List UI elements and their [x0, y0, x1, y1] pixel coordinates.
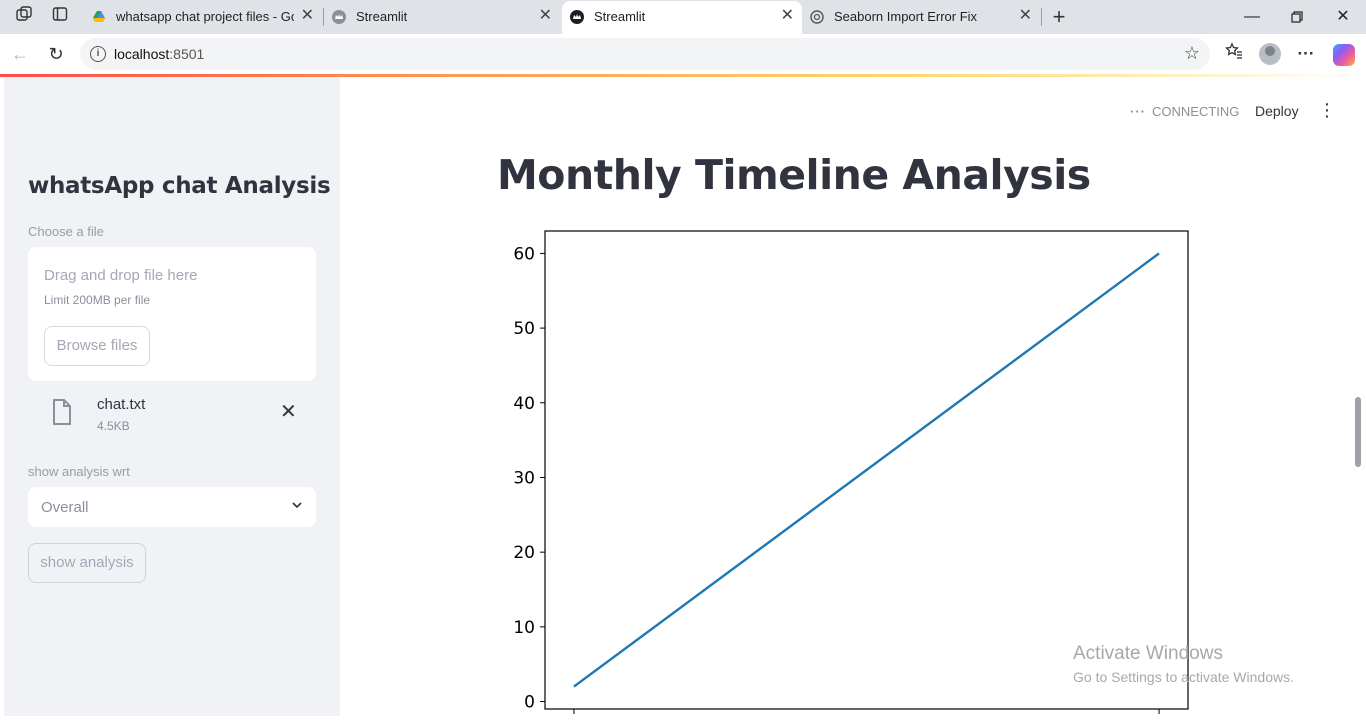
sidebar-title: whatsApp chat Analysis	[28, 173, 331, 199]
remove-file-icon[interactable]: ✕	[280, 399, 297, 424]
tab-separator	[1041, 8, 1042, 26]
select-label: show analysis wrt	[28, 464, 130, 479]
favorites-icon[interactable]	[1222, 42, 1246, 66]
y-tick-label: 10	[513, 618, 535, 638]
close-tab-icon[interactable]: ✕	[781, 7, 794, 25]
favorite-star-icon[interactable]: ☆	[1184, 43, 1200, 64]
status-dots-icon: ···	[1130, 104, 1146, 119]
tab-title: Seaborn Import Error Fix	[834, 9, 978, 24]
close-tab-icon[interactable]: ✕	[301, 7, 314, 25]
watermark-line1: Activate Windows	[1073, 643, 1223, 664]
file-name: chat.txt	[97, 396, 146, 413]
tab-streamlit-active[interactable]: Streamlit ✕	[562, 1, 802, 34]
site-info-icon[interactable]: i	[90, 46, 106, 62]
browse-files-button[interactable]: Browse files	[44, 326, 150, 366]
show-analysis-button[interactable]: show analysis	[28, 543, 146, 583]
connection-status: ··· CONNECTING	[1130, 104, 1239, 119]
google-drive-icon	[93, 11, 105, 22]
y-tick-label: 0	[524, 693, 535, 713]
page-title: Monthly Timeline Analysis	[497, 151, 1091, 199]
back-icon[interactable]: ←	[8, 42, 32, 66]
copilot-icon[interactable]	[1333, 44, 1355, 66]
close-window-icon[interactable]: ✕	[1323, 6, 1363, 28]
watermark-line2: Go to Settings to activate Windows.	[1073, 669, 1294, 685]
file-uploader-label: Choose a file	[28, 224, 104, 239]
url-text: localhost:8501	[114, 46, 204, 62]
close-tab-icon[interactable]: ✕	[1019, 7, 1032, 25]
close-tab-icon[interactable]: ✕	[539, 7, 552, 25]
chatgpt-icon	[810, 10, 824, 24]
tab-title: whatsapp chat project files - Goo	[116, 9, 294, 24]
y-axis: 0 10 20 30 40 50 60	[513, 244, 545, 713]
tab-seaborn-error[interactable]: Seaborn Import Error Fix ✕	[802, 3, 1040, 31]
main-content: ··· CONNECTING Deploy ⋮ Monthly Timeline …	[340, 77, 1366, 716]
browser-tab-strip: whatsapp chat project files - Goo ✕ Stre…	[0, 0, 1366, 34]
file-icon	[53, 399, 71, 425]
tab-actions-icon[interactable]	[49, 6, 71, 28]
deploy-button[interactable]: Deploy	[1255, 103, 1299, 119]
main-menu-icon[interactable]: ⋮	[1318, 101, 1336, 119]
tab-streamlit-1[interactable]: Streamlit ✕	[324, 3, 560, 31]
windows-activation-watermark: Activate Windows Go to Settings to activ…	[1073, 643, 1294, 685]
status-text: CONNECTING	[1152, 104, 1240, 119]
reload-icon[interactable]: ↻	[44, 42, 68, 66]
url-port: :8501	[169, 46, 205, 62]
more-menu-icon[interactable]: ···	[1294, 42, 1318, 66]
uploaded-file: chat.txt 4.5KB ✕	[28, 391, 316, 437]
file-dropzone[interactable]: Drag and drop file here Limit 200MB per …	[28, 247, 316, 381]
sidebar: whatsApp chat Analysis Choose a file Dra…	[4, 77, 340, 716]
y-tick-label: 20	[513, 543, 535, 563]
minimize-icon[interactable]: —	[1232, 6, 1272, 28]
analysis-select[interactable]: Overall	[28, 487, 316, 527]
y-tick-label: 50	[513, 319, 535, 339]
browser-toolbar: ← ↻ i localhost:8501 ☆ ···	[0, 34, 1366, 74]
restore-icon[interactable]	[1277, 6, 1317, 28]
profile-avatar[interactable]	[1259, 43, 1281, 65]
streamlit-crown-icon	[570, 10, 584, 24]
chevron-down-icon	[292, 502, 302, 509]
streamlit-app: whatsApp chat Analysis Choose a file Dra…	[4, 77, 1366, 716]
tab-title: Streamlit	[356, 9, 408, 24]
address-bar[interactable]: i localhost:8501 ☆	[80, 38, 1210, 70]
y-tick-label: 40	[513, 394, 535, 414]
url-host: localhost	[114, 46, 170, 62]
dropzone-text: Drag and drop file here	[44, 267, 198, 284]
x-axis	[573, 709, 1160, 714]
new-tab-icon[interactable]: +	[1048, 6, 1070, 28]
tab-google-drive[interactable]: whatsapp chat project files - Goo ✕	[84, 3, 322, 31]
workspaces-icon[interactable]	[13, 6, 35, 28]
vertical-scrollbar[interactable]	[1355, 397, 1361, 467]
dropzone-limit: Limit 200MB per file	[44, 293, 151, 307]
select-value: Overall	[41, 499, 89, 516]
streamlit-crown-icon	[332, 10, 346, 24]
y-tick-label: 30	[513, 468, 535, 488]
file-size: 4.5KB	[97, 419, 130, 433]
y-tick-label: 60	[513, 244, 535, 264]
monthly-timeline-chart: 0 10 20 30 40 50 60	[513, 230, 1189, 714]
tab-title: Streamlit	[594, 9, 646, 24]
